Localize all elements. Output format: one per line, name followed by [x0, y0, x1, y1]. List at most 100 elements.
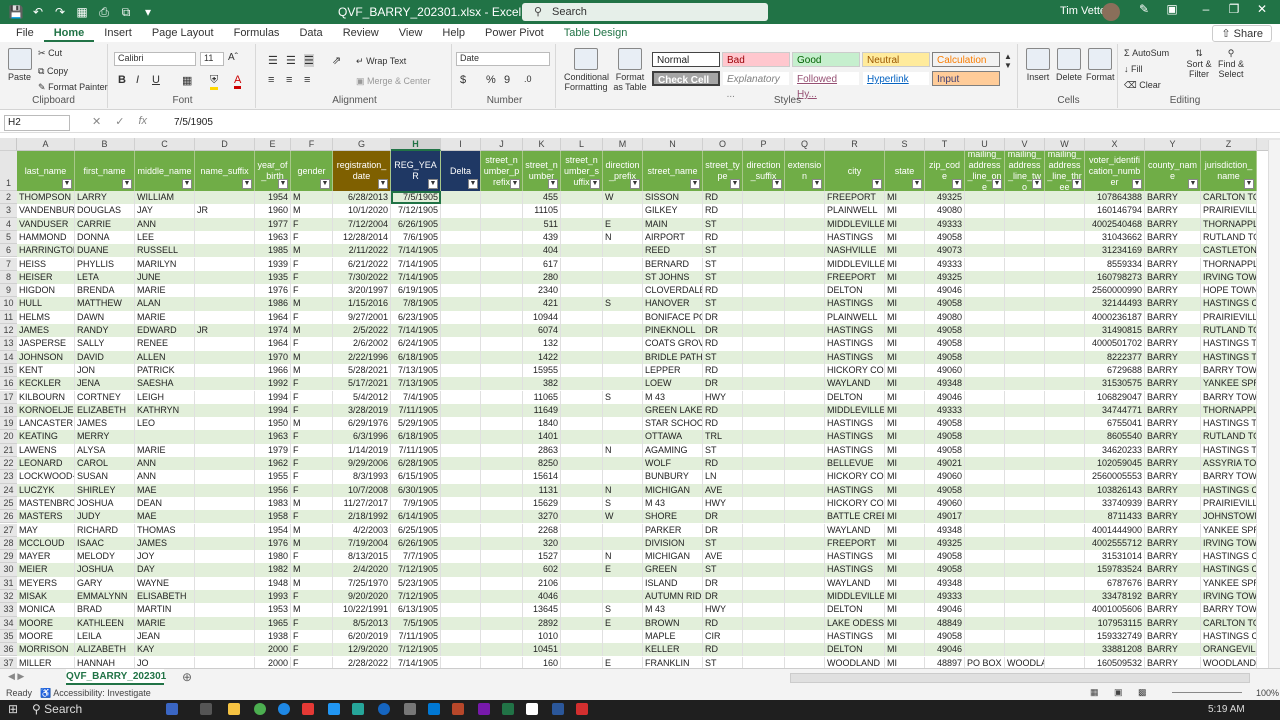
- table-cell[interactable]: 6/19/1905: [391, 284, 441, 298]
- table-cell[interactable]: THORNAPPLE: [1201, 217, 1257, 231]
- table-cell[interactable]: 103826143: [1085, 483, 1145, 497]
- table-cell[interactable]: HASTINGS CI: [1201, 297, 1257, 311]
- table-cell[interactable]: MAE: [135, 510, 195, 524]
- table-cell[interactable]: 49060: [925, 470, 965, 484]
- table-cell[interactable]: [441, 350, 481, 364]
- table-cell[interactable]: DELTON: [825, 603, 885, 617]
- table-cell[interactable]: [561, 324, 603, 338]
- table-cell[interactable]: [743, 470, 785, 484]
- table-cell[interactable]: [195, 377, 255, 391]
- table-cell[interactable]: HASTINGS: [825, 324, 885, 338]
- table-cell[interactable]: S: [603, 603, 643, 617]
- table-cell[interactable]: [603, 284, 643, 298]
- table-cell[interactable]: [965, 390, 1005, 404]
- clock[interactable]: 5:19 AM: [1208, 704, 1245, 715]
- table-cell[interactable]: F: [291, 629, 333, 644]
- table-cell[interactable]: [1045, 244, 1085, 258]
- table-cell[interactable]: MI: [885, 337, 925, 351]
- table-cell[interactable]: [441, 457, 481, 471]
- table-cell[interactable]: [481, 576, 523, 590]
- table-cell[interactable]: 49333: [925, 257, 965, 271]
- table-cell[interactable]: YANKEE SPRI: [1201, 377, 1257, 391]
- restore-icon[interactable]: ❐: [1224, 2, 1244, 16]
- table-header-cell[interactable]: direction_prefix ▼: [603, 151, 643, 191]
- form-icon[interactable]: ▦: [74, 4, 90, 20]
- table-cell[interactable]: AIRPORT: [643, 230, 703, 245]
- table-cell[interactable]: [743, 270, 785, 285]
- table-cell[interactable]: 2560000990: [1085, 284, 1145, 298]
- table-cell[interactable]: [481, 191, 523, 205]
- table-cell[interactable]: [195, 363, 255, 378]
- table-cell[interactable]: ELIZABETH: [75, 403, 135, 418]
- table-cell[interactable]: [965, 443, 1005, 457]
- table-cell[interactable]: [481, 470, 523, 484]
- table-cell[interactable]: M: [291, 350, 333, 364]
- table-cell[interactable]: [441, 390, 481, 404]
- table-cell[interactable]: 7/12/1905: [391, 204, 441, 218]
- filter-dropdown-icon[interactable]: ▼: [812, 179, 822, 189]
- table-cell[interactable]: LEONARD: [17, 457, 75, 471]
- table-cell[interactable]: 5/4/2012: [333, 390, 391, 404]
- table-cell[interactable]: 15614: [523, 470, 561, 484]
- column-header[interactable]: K: [523, 138, 561, 151]
- table-cell[interactable]: ALLEN: [135, 350, 195, 364]
- redo-icon[interactable]: ↷: [52, 4, 68, 20]
- table-cell[interactable]: [965, 324, 1005, 338]
- table-cell[interactable]: THOMPSON: [17, 191, 75, 205]
- table-cell[interactable]: [195, 590, 255, 604]
- table-cell[interactable]: MEYERS: [17, 576, 75, 590]
- copy-button[interactable]: ⧉ Copy: [38, 66, 68, 77]
- column-header[interactable]: Q: [785, 138, 825, 151]
- table-cell[interactable]: MI: [885, 284, 925, 298]
- table-cell[interactable]: [481, 643, 523, 657]
- table-cell[interactable]: [603, 576, 643, 590]
- filter-dropdown-icon[interactable]: ▼: [62, 179, 72, 189]
- table-cell[interactable]: 49046: [925, 390, 965, 404]
- table-cell[interactable]: LANCASTER: [17, 417, 75, 431]
- column-header[interactable]: E: [255, 138, 291, 151]
- table-cell[interactable]: THORNAPPLE: [1201, 257, 1257, 271]
- table-cell[interactable]: [603, 629, 643, 644]
- table-cell[interactable]: HASTINGS: [825, 297, 885, 311]
- table-cell[interactable]: ST: [703, 443, 743, 457]
- filter-dropdown-icon[interactable]: ▼: [1132, 179, 1142, 189]
- table-cell[interactable]: [965, 536, 1005, 551]
- table-cell[interactable]: [481, 310, 523, 324]
- table-cell[interactable]: [441, 523, 481, 537]
- table-cell[interactable]: [481, 257, 523, 271]
- row-header[interactable]: 28: [0, 536, 17, 551]
- filter-dropdown-icon[interactable]: ▼: [278, 179, 288, 189]
- table-cell[interactable]: 7/19/2004: [333, 536, 391, 551]
- column-header[interactable]: X: [1085, 138, 1145, 151]
- table-cell[interactable]: 49058: [925, 324, 965, 338]
- table-cell[interactable]: HANOVER: [643, 297, 703, 311]
- table-header-cell[interactable]: mailing_address_line_two ▼: [1005, 151, 1045, 191]
- paste-button[interactable]: Paste: [8, 48, 32, 82]
- table-cell[interactable]: [481, 483, 523, 497]
- table-cell[interactable]: 1/15/2016: [333, 297, 391, 311]
- table-cell[interactable]: 102059045: [1085, 457, 1145, 471]
- autosum-button[interactable]: Σ AutoSum: [1124, 48, 1169, 58]
- table-cell[interactable]: 1954: [255, 523, 291, 537]
- table-cell[interactable]: RD: [703, 616, 743, 630]
- table-cell[interactable]: FREEPORT: [825, 191, 885, 205]
- table-cell[interactable]: MARIE: [135, 443, 195, 457]
- table-cell[interactable]: [481, 510, 523, 524]
- table-cell[interactable]: MI: [885, 563, 925, 577]
- table-cell[interactable]: [561, 616, 603, 630]
- table-cell[interactable]: [1005, 204, 1045, 218]
- table-cell[interactable]: [1005, 191, 1045, 205]
- row-header[interactable]: 25: [0, 496, 17, 511]
- table-cell[interactable]: MICHIGAN: [643, 483, 703, 497]
- table-cell[interactable]: [195, 510, 255, 524]
- table-cell[interactable]: HASTINGS TO: [1201, 443, 1257, 457]
- align-right-icon[interactable]: ≡: [304, 74, 310, 86]
- table-cell[interactable]: [965, 204, 1005, 218]
- table-cell[interactable]: [1005, 217, 1045, 231]
- table-cell[interactable]: MI: [885, 629, 925, 644]
- table-cell[interactable]: [561, 590, 603, 604]
- table-cell[interactable]: BARRY: [1145, 417, 1201, 431]
- table-cell[interactable]: 7/13/1905: [391, 377, 441, 391]
- table-cell[interactable]: 7/4/1905: [391, 390, 441, 404]
- table-cell[interactable]: [441, 563, 481, 577]
